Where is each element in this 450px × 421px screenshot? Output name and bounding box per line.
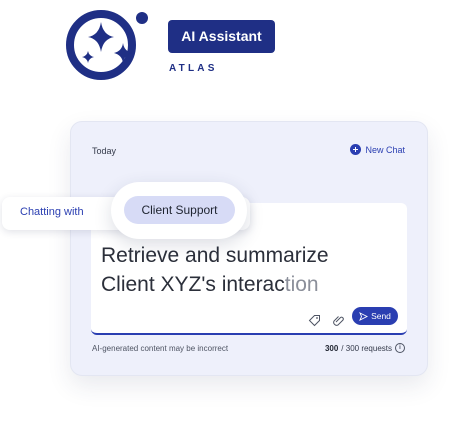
attach-icon[interactable]	[332, 314, 345, 327]
prompt-line-2: Client XYZ's interac	[101, 273, 285, 296]
date-label: Today	[92, 146, 117, 156]
plus-icon	[350, 144, 362, 155]
app-logo	[60, 4, 160, 94]
info-icon[interactable]: i	[395, 343, 405, 353]
prompt-line-1: Retrieve and summarize	[101, 244, 329, 267]
sparkles-icon	[66, 10, 148, 80]
quota-total: / 300 requests	[341, 343, 392, 353]
send-button[interactable]: Send	[352, 307, 398, 325]
client-support-tag[interactable]: Client Support	[124, 196, 235, 224]
chatting-with-label: Chatting with	[20, 206, 84, 218]
send-label: Send	[371, 311, 391, 321]
prompt-line-2-fade: tion	[284, 273, 319, 296]
tag-icon[interactable]	[308, 314, 321, 327]
new-chat-label: New Chat	[365, 144, 405, 155]
ai-disclaimer: AI-generated content may be incorrect	[92, 344, 229, 353]
request-quota: 300 / 300 requests i	[325, 343, 405, 353]
new-chat-button[interactable]: New Chat	[350, 144, 405, 155]
brand-subtitle: ATLAS	[169, 63, 218, 74]
chat-card: Today New Chat Retrieve and summarize Cl…	[70, 121, 428, 376]
send-icon	[359, 311, 369, 321]
prompt-text[interactable]: Retrieve and summarize Client XYZ's inte…	[101, 241, 401, 299]
quota-used: 300	[324, 343, 339, 353]
brand-badge: AI Assistant	[168, 20, 275, 53]
